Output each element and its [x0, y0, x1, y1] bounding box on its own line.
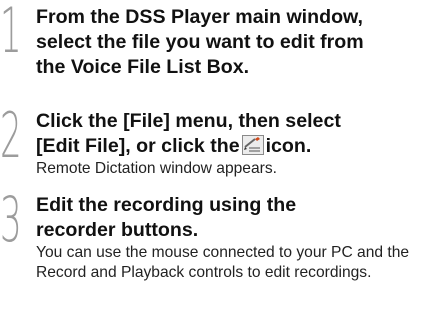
step-heading-line: Edit the recording using the [36, 194, 297, 216]
step-number: 1 [0, 0, 22, 67]
step-number: 3 [0, 183, 22, 256]
edit-file-icon [241, 135, 264, 155]
step-heading-line: [Edit File], or click the icon. [36, 134, 432, 159]
step-heading-line: Click the [File] menu, then select [36, 110, 341, 132]
step-heading-line: recorder buttons. [36, 219, 199, 241]
step-number: 2 [0, 99, 22, 172]
step-heading-line: select the file you want to edit from [36, 31, 364, 53]
step-body: Click the [File] menu, then select [Edit… [36, 109, 432, 179]
step-heading-line: From the DSS Player main window, [36, 6, 363, 28]
step-description: You can use the mouse connected to your … [36, 244, 410, 281]
heading-text-before-icon: [Edit File], or click the [36, 135, 240, 157]
heading-text-after-icon: icon. [265, 135, 312, 157]
step-heading-line: the Voice File List Box. [36, 56, 250, 78]
step-description: Remote Dictation window appears. [36, 160, 277, 177]
step-body: From the DSS Player main window, select … [36, 5, 432, 80]
step-body: Edit the recording using the recorder bu… [36, 193, 432, 283]
